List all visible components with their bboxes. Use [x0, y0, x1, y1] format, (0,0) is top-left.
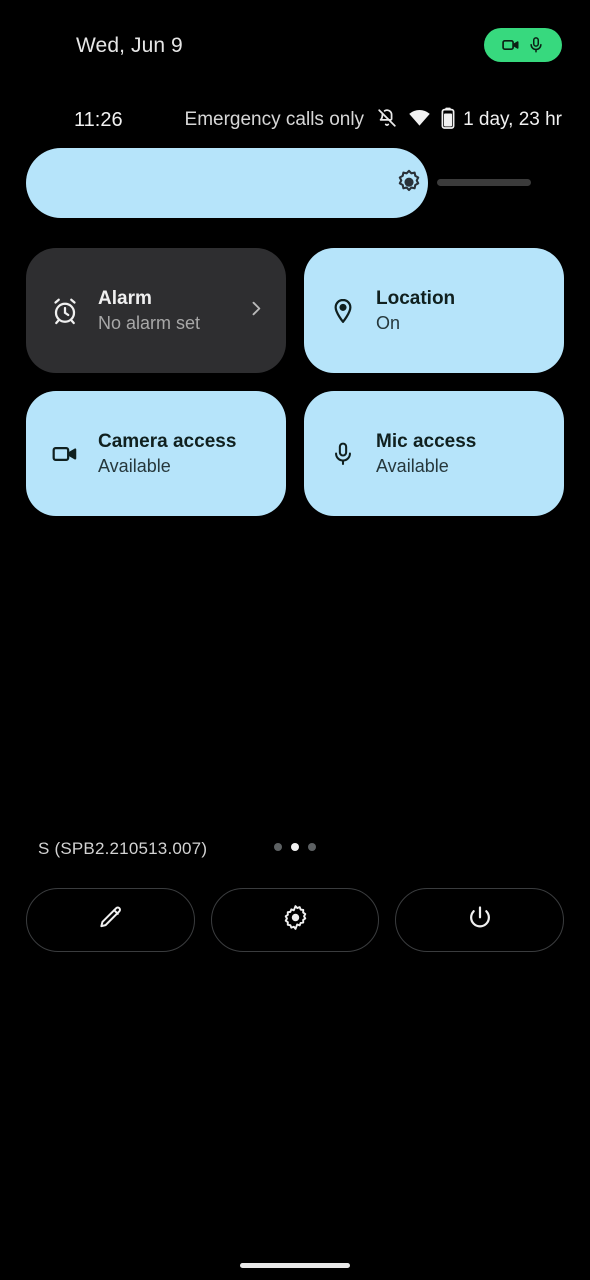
tile-alarm[interactable]: Alarm No alarm set: [26, 248, 286, 373]
tile-row: Camera access Available Mic access Avail…: [26, 391, 564, 516]
settings-button[interactable]: [210, 888, 380, 952]
tile-location-text: Location On: [376, 286, 455, 336]
status-time: 11:26: [74, 109, 123, 131]
tile-subtitle: On: [376, 312, 401, 333]
tile-title: Mic access: [376, 430, 477, 452]
quick-settings-tiles: Alarm No alarm set Location On Camera ac…: [26, 248, 564, 534]
camera-icon: [48, 440, 82, 468]
brightness-icon: [395, 169, 423, 197]
edit-button[interactable]: [26, 888, 195, 952]
brightness-slider-track: [437, 179, 531, 186]
brightness-slider[interactable]: [26, 148, 531, 218]
status-bar-right: Emergency calls only 1 day, 23 hr: [185, 103, 562, 137]
privacy-indicator-chip[interactable]: [484, 28, 562, 62]
page-dot[interactable]: [308, 843, 316, 851]
battery-estimate-label: 1 day, 23 hr: [463, 109, 562, 130]
bell-slash-icon: [376, 107, 398, 134]
brightness-row: [0, 148, 590, 218]
date-row: Wed, Jun 9: [0, 26, 590, 68]
power-icon: [466, 904, 494, 937]
carrier-label: Emergency calls only: [184, 109, 365, 130]
status-bar: 11:26 Emergency calls only 1 day, 23 hr: [0, 103, 590, 137]
power-button[interactable]: [395, 888, 565, 952]
chevron-right-icon[interactable]: [246, 298, 266, 323]
page-indicator-dots: [274, 843, 316, 851]
tile-camera-access[interactable]: Camera access Available: [26, 391, 286, 516]
gear-icon: [282, 904, 309, 936]
pencil-icon: [96, 904, 124, 937]
tile-camera-text: Camera access Available: [98, 429, 236, 479]
tile-subtitle: No alarm set: [98, 312, 201, 333]
tile-mic-access[interactable]: Mic access Available: [304, 391, 564, 516]
tile-subtitle: Available: [376, 455, 449, 476]
footer-row: S (SPB2.210513.007): [0, 834, 590, 866]
tile-row: Alarm No alarm set Location On: [26, 248, 564, 373]
tile-alarm-text: Alarm No alarm set: [98, 286, 200, 336]
mic-icon: [326, 439, 360, 469]
battery-icon: [441, 107, 455, 134]
tile-mic-text: Mic access Available: [376, 429, 476, 479]
page-dot-active[interactable]: [291, 843, 299, 851]
tile-subtitle: Available: [98, 455, 171, 476]
camera-icon: [501, 35, 521, 55]
build-number-label: S (SPB2.210513.007): [38, 839, 208, 858]
location-pin-icon: [326, 296, 360, 326]
tile-location[interactable]: Location On: [304, 248, 564, 373]
brightness-slider-fill: [26, 148, 428, 218]
date-label: Wed, Jun 9: [76, 34, 183, 57]
alarm-clock-icon: [48, 296, 82, 326]
tile-title: Location: [376, 287, 456, 309]
tile-title: Camera access: [98, 430, 237, 452]
mic-icon: [527, 35, 545, 55]
page-dot[interactable]: [274, 843, 282, 851]
wifi-icon: [408, 108, 431, 132]
action-button-row: [26, 888, 565, 952]
gesture-nav-bar[interactable]: [240, 1263, 350, 1268]
tile-title: Alarm: [98, 287, 152, 309]
